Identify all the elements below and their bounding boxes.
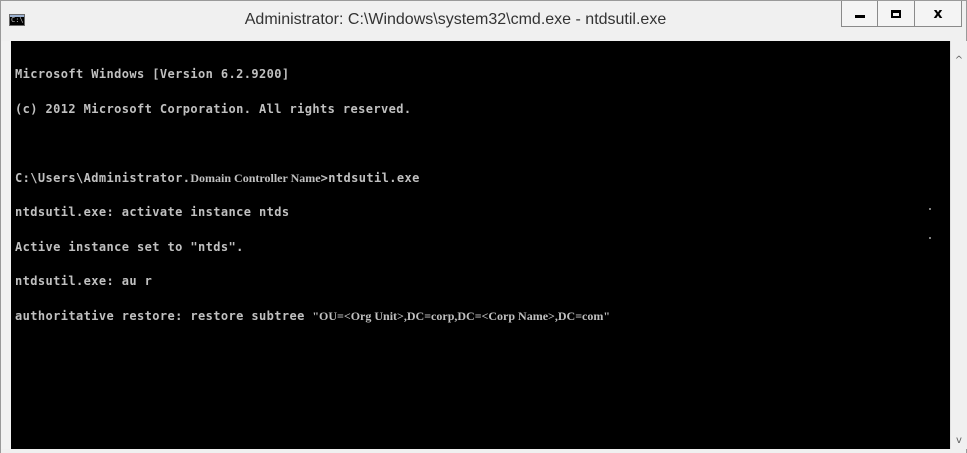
console-line-version: Microsoft Windows [Version 6.2.9200]	[15, 67, 290, 81]
window-title-container: Administrator: C:\Windows\system32\cmd.e…	[1, 1, 966, 41]
maximize-button[interactable]	[878, 1, 915, 27]
stray-pixel	[929, 208, 931, 210]
close-icon: x	[933, 5, 943, 22]
cmd-window: C:\ Administrator: C:\Windows\system32\c…	[0, 0, 967, 453]
console-app-icon[interactable]: C:\	[9, 14, 25, 26]
console-line-au: ntdsutil.exe: au r	[15, 274, 153, 288]
console-line-activate: ntdsutil.exe: activate instance ntds	[15, 205, 290, 219]
prompt-command: >ntdsutil.exe	[320, 170, 420, 185]
restore-prefix: authoritative restore: restore subtree	[15, 308, 313, 323]
prompt-placeholder: Domain Controller Name	[190, 170, 321, 185]
scroll-up-arrow-icon[interactable]: ^	[951, 53, 967, 69]
window-title: Administrator: C:\Windows\system32\cmd.e…	[244, 11, 667, 28]
console-line-copyright: (c) 2012 Microsoft Corporation. All righ…	[15, 101, 412, 116]
console-app-icon-text: C:\	[11, 16, 24, 24]
restore-argument: "OU=<Org Unit>,DC=corp,DC=<Corp Name>,DC…	[312, 308, 611, 323]
minimize-button[interactable]	[841, 1, 878, 27]
scroll-down-arrow-icon[interactable]: v	[951, 433, 967, 449]
console-line-restore: authoritative restore: restore subtree "…	[15, 308, 950, 323]
window-controls: x	[841, 1, 962, 27]
close-button[interactable]: x	[915, 1, 962, 27]
maximize-icon	[891, 9, 901, 18]
window-bottom-border	[1, 449, 966, 453]
console-line-active-set: Active instance set to "ntds".	[15, 239, 244, 254]
prompt-path: C:\Users\Administrator.	[15, 170, 191, 185]
vertical-scrollbar[interactable]: ^ v	[950, 41, 967, 449]
console-output[interactable]: Microsoft Windows [Version 6.2.9200] (c)…	[11, 41, 950, 449]
title-bar[interactable]: C:\ Administrator: C:\Windows\system32\c…	[1, 1, 966, 41]
console-line-prompt: C:\Users\Administrator.Domain Controller…	[15, 170, 950, 185]
stray-pixel	[929, 237, 931, 239]
minimize-icon	[854, 15, 865, 18]
console-text: Microsoft Windows [Version 6.2.9200] (c)…	[11, 41, 950, 345]
